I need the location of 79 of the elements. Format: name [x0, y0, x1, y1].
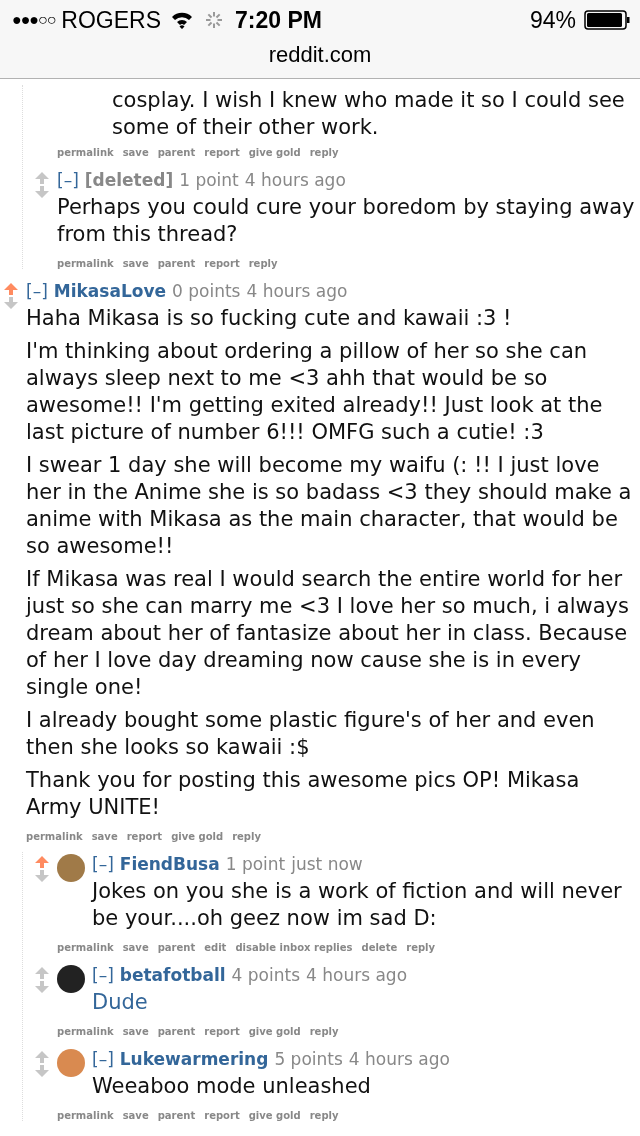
comment-action-link[interactable]: report [126, 831, 163, 842]
comment-action-link[interactable]: reply [309, 147, 339, 158]
comment-text: I already bought some plastic figure's of her and even then she looks so kawaii :$ [26, 707, 596, 761]
comment-action-link[interactable]: disable inbox replies [235, 942, 353, 953]
clock-time: 7:20 PM [235, 6, 322, 34]
comment-action-link[interactable]: report [204, 147, 240, 158]
battery-percent: 94% [529, 6, 576, 34]
timestamp: 4 hours ago [246, 280, 348, 303]
comment-action-link[interactable]: reply [406, 942, 436, 953]
author-name[interactable]: betafotball [119, 963, 226, 987]
comment-action-link[interactable]: reply [309, 1026, 339, 1037]
comment-text: If Mikasa was real I would search the entire world for her just so she can marry me <3 I love her so much, i always dream about her of fantasize about her in class. Because of her I love day dreaming now cause she is in every single one! [26, 566, 630, 701]
author-name[interactable]: [deleted] [84, 168, 174, 192]
comment-action-link[interactable]: report [204, 258, 240, 269]
comment-action-link[interactable]: save [122, 1026, 149, 1037]
comment-action-link[interactable]: reply [232, 831, 261, 842]
collapse-toggle[interactable]: [–] [92, 963, 114, 987]
comment-action-link[interactable]: parent [157, 1026, 196, 1037]
comment-action-link[interactable]: reply [248, 258, 278, 269]
comment-action-link[interactable]: give gold [248, 1026, 301, 1037]
comment-action-link[interactable]: permalink [57, 1026, 114, 1037]
author-name[interactable]: Lukewarmering [119, 1047, 269, 1071]
comment-action-link[interactable]: permalink [57, 258, 114, 269]
comment-action-link[interactable]: permalink [26, 831, 83, 842]
comment-text: Thank you for posting this awesome pics OP! Mikasa Army UNITE! [26, 767, 581, 821]
vote-arrows-icon[interactable] [33, 172, 51, 198]
comment-action-link[interactable]: parent [157, 1110, 196, 1121]
author-name[interactable]: MikasaLove [53, 279, 166, 303]
url-domain[interactable]: reddit.com [0, 40, 640, 78]
collapse-toggle[interactable]: [–] [92, 1047, 114, 1071]
comment-action-link[interactable]: parent [157, 147, 196, 158]
comment-action-link[interactable]: give gold [171, 831, 224, 842]
timestamp: 4 hours ago [306, 964, 408, 987]
comment-link[interactable]: Dude [92, 989, 408, 1016]
comment-action-link[interactable]: save [91, 831, 118, 842]
score: 1 point [179, 169, 239, 192]
comment-action-link[interactable]: parent [157, 942, 196, 953]
comment-action-link[interactable]: give gold [248, 1110, 301, 1121]
comment-action-link[interactable]: report [204, 1026, 240, 1037]
timestamp: 4 hours ago [244, 169, 346, 192]
score: 0 points [172, 280, 241, 303]
carrier-name: ROGERS [61, 6, 161, 34]
comment-action-link[interactable]: permalink [57, 1110, 114, 1121]
comment-text: Perhaps you could cure your boredom by staying away from this thread? [57, 194, 636, 248]
comment-action-link[interactable]: save [122, 1110, 149, 1121]
timestamp: 4 hours ago [348, 1048, 450, 1071]
timestamp: just now [291, 853, 363, 876]
comment-action-link[interactable]: reply [309, 1110, 339, 1121]
wifi-icon [171, 11, 193, 29]
comment-action-link[interactable]: report [204, 1110, 240, 1121]
battery-icon [584, 10, 630, 30]
comment-action-link[interactable]: permalink [57, 147, 114, 158]
vote-arrows-icon[interactable] [33, 1051, 51, 1077]
comment-action-link[interactable]: save [122, 942, 149, 953]
author-name[interactable]: FiendBusa [119, 852, 220, 876]
comment-action-link[interactable]: parent [157, 258, 196, 269]
score: 1 point [225, 853, 286, 876]
comment-action-link[interactable]: edit [204, 942, 227, 953]
comment-text: Jokes on you she is a work of fiction and will never be your....oh geez now im sad D: [92, 878, 623, 932]
score: 5 points [274, 1048, 343, 1071]
comment-text: I'm thinking about ordering a pillow of her so she can always sleep next to me <3 ahh that would be so awesome!! I'm getting exited already!! Just look at the last picture of number 6!!! OMFG such a cutie! :3 [26, 338, 604, 446]
comment-text: Weeaboo mode unleashed [92, 1073, 372, 1100]
collapse-toggle[interactable]: [–] [26, 279, 48, 303]
signal-strength: ●●●○○ [12, 11, 56, 29]
comment-action-link[interactable]: delete [361, 942, 398, 953]
comment-action-link[interactable]: permalink [57, 942, 114, 953]
collapse-toggle[interactable]: [–] [92, 852, 114, 876]
collapse-toggle[interactable]: [–] [57, 168, 79, 192]
comment-text: Haha Mikasa is so fucking cute and kawaii :3 ! [26, 305, 513, 332]
vote-arrows-icon[interactable] [33, 967, 51, 993]
vote-arrows-icon[interactable] [2, 283, 20, 309]
comment-text: I swear 1 day she will become my waifu (: !! I just love her in the Anime she is so badass <3 they should make a anime with Mikasa as the main character, that would be so awesome!! [26, 452, 633, 560]
comment-action-link[interactable]: save [122, 147, 149, 158]
comment-text: cosplay. I wish I knew who made it so I could see some of their other work. [112, 87, 626, 141]
comment-action-link[interactable]: save [122, 258, 149, 269]
vote-arrows-icon[interactable] [33, 856, 51, 882]
loading-spinner-icon [205, 11, 223, 29]
score: 4 points [231, 964, 300, 987]
comment-action-link[interactable]: give gold [248, 147, 301, 158]
